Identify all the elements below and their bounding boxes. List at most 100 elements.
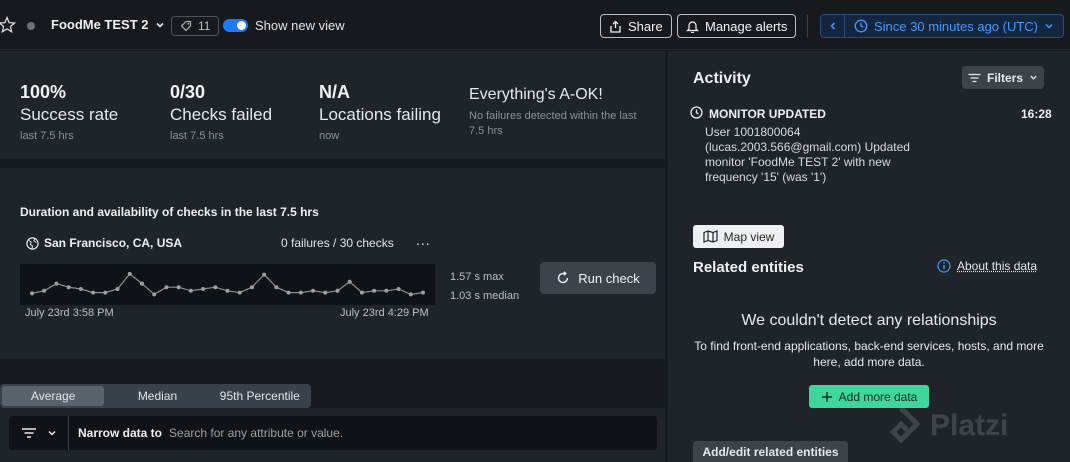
sparkline-point — [54, 281, 59, 286]
aggregation-tabs: Average Median 95th Percentile — [0, 384, 311, 408]
entity-name-dropdown[interactable]: FoodMe TEST 2 — [51, 17, 165, 32]
status-sub: No failures detected within the last 7.5… — [469, 110, 637, 137]
duration-max: 1.57 s max — [450, 271, 504, 283]
tab-95th-percentile[interactable]: 95th Percentile — [209, 384, 311, 408]
kpi-sub: last 7.5 hrs — [170, 130, 224, 142]
kpi-value: 100% — [20, 82, 67, 102]
bell-icon — [686, 20, 699, 33]
status-dot-icon — [27, 22, 35, 30]
sparkline-point — [91, 290, 96, 295]
sparkline-point — [347, 279, 352, 284]
chevron-down-icon — [47, 430, 56, 436]
new-view-label: Show new view — [255, 18, 345, 33]
time-range-selector[interactable]: Since 30 minutes ago (UTC) — [845, 19, 1054, 34]
map-view-label: Map view — [723, 229, 775, 244]
about-this-data-link[interactable]: About this data — [937, 259, 1037, 273]
run-check-label: Run check — [578, 270, 640, 286]
sparkline-point — [152, 292, 157, 297]
status-title: Everything's A-OK! — [469, 86, 603, 103]
empty-state-title: We couldn't detect any relationships — [741, 312, 997, 329]
sparkline-point — [188, 288, 193, 293]
duration-median: 1.03 s median — [450, 290, 520, 302]
share-label: Share — [628, 18, 663, 34]
watermark-text: Platzi — [930, 409, 1009, 442]
filter-icon — [968, 73, 981, 82]
related-entities-title: Related entities — [693, 259, 804, 276]
sparkline-point — [30, 291, 34, 296]
summary-panel: 100% Success rate last 7.5 hrs 0/30 Chec… — [0, 51, 665, 159]
new-view-toggle[interactable] — [223, 19, 248, 32]
add-more-data-label: Add more data — [838, 389, 918, 404]
event-time: 16:28 — [1021, 107, 1052, 121]
time-picker[interactable]: Since 30 minutes ago (UTC) — [820, 14, 1064, 38]
location-label: San Francisco, CA, USA — [44, 236, 183, 250]
chevron-down-icon — [1045, 23, 1053, 29]
duration-sparkline[interactable] — [20, 264, 435, 305]
tab-average[interactable]: Average — [2, 386, 105, 406]
kpi-sub: last 7.5 hrs — [20, 130, 74, 142]
filters-label: Filters — [986, 70, 1023, 85]
event-description: User 1001800064 (lucas.2003.566@gmail.co… — [705, 125, 910, 184]
sparkline-point — [66, 285, 71, 290]
sparkline-point — [201, 287, 206, 291]
time-back-button[interactable] — [821, 15, 845, 37]
sparkline-point — [127, 271, 132, 276]
app-root: FoodMe TEST 2 11 Show new view Share Man… — [0, 0, 1070, 462]
sparkline-point — [311, 288, 316, 293]
sparkline-point — [396, 287, 401, 291]
time-range-label: Since 30 minutes ago (UTC) — [874, 18, 1039, 34]
tags-button[interactable]: 11 — [171, 16, 220, 36]
checks-title: Duration and availability of checks in t… — [20, 205, 319, 219]
kpi-label: Success rate — [20, 105, 119, 124]
time-start: July 23rd 3:58 PM — [25, 307, 114, 319]
location: San Francisco, CA, USA — [26, 236, 182, 250]
kpi-value: 0/30 — [170, 82, 206, 102]
kpi-success-rate: 100% Success rate last 7.5 hrs — [20, 82, 118, 144]
kpi-value: N/A — [319, 82, 350, 102]
failures-count: 0 failures / 30 checks — [281, 236, 394, 250]
chevron-left-icon — [829, 22, 835, 30]
tag-count: 11 — [198, 19, 211, 33]
time-end: July 23rd 4:29 PM — [340, 307, 429, 319]
kpi-label: Locations failing — [319, 105, 441, 124]
tag-icon — [180, 20, 192, 32]
filter-search-input[interactable]: Search for any attribute or value. — [169, 426, 343, 440]
run-check-button[interactable]: Run check — [540, 262, 656, 294]
sparkline-point — [213, 285, 218, 290]
platzi-logo-icon — [889, 406, 921, 444]
add-edit-related-entities-button[interactable]: Add/edit related entities — [693, 441, 848, 462]
sparkline-point — [42, 288, 47, 293]
star-icon[interactable] — [0, 16, 16, 34]
kpi-checks-failed: 0/30 Checks failed last 7.5 hrs — [170, 82, 272, 144]
sparkline-point — [237, 290, 242, 295]
info-icon — [937, 259, 951, 273]
globe-icon — [26, 236, 39, 250]
manage-alerts-label: Manage alerts — [705, 18, 788, 34]
sparkline-point — [103, 290, 108, 295]
manage-alerts-button[interactable]: Manage alerts — [677, 14, 797, 38]
tab-median[interactable]: Median — [106, 384, 208, 408]
filters-button[interactable]: Filters — [962, 66, 1044, 89]
more-actions-button[interactable]: ... — [416, 232, 431, 248]
share-button[interactable]: Share — [600, 14, 672, 38]
filter-menu-button[interactable] — [9, 416, 69, 450]
sparkline-point — [274, 285, 279, 290]
filter-icon — [21, 428, 36, 438]
sparkline-point — [298, 290, 303, 295]
chevron-down-icon — [155, 22, 164, 28]
clock-icon — [854, 19, 868, 33]
filter-input-container: Narrow data to Search for any attribute … — [9, 416, 657, 450]
about-this-data-label: About this data — [957, 259, 1038, 273]
refresh-icon — [558, 271, 569, 284]
sparkline-point — [335, 288, 340, 293]
sparkline-point — [323, 290, 328, 295]
chevron-down-icon — [1030, 75, 1037, 80]
narrow-label: Narrow data to — [78, 426, 163, 440]
sparkline-point — [225, 288, 230, 293]
sparkline-point — [359, 290, 364, 295]
divider — [807, 15, 808, 37]
map-view-button[interactable]: Map view — [693, 225, 784, 248]
map-icon — [703, 230, 718, 243]
sparkline-point — [286, 290, 291, 295]
kpi-label: Checks failed — [170, 105, 273, 124]
